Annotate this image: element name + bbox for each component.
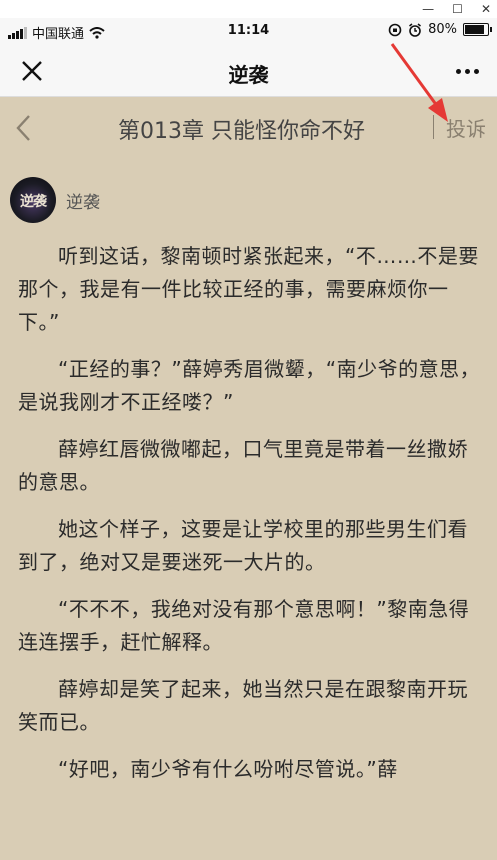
window-chrome: — ☐ ✕ (0, 0, 497, 18)
window-controls: — ☐ ✕ (422, 0, 491, 18)
status-bar: 中国联通 11:14 80% (0, 18, 497, 46)
chapter-title: 第013章 只能怪你命不好 (118, 119, 365, 144)
paragraph: 她这个样子，这要是让学校里的那些男生们看到了，绝对又是要迷死一大片的。 (18, 517, 468, 574)
maximize-icon[interactable]: ☐ (452, 0, 463, 18)
status-right: 80% (388, 22, 492, 37)
battery-fill (465, 25, 485, 34)
more-options-icon[interactable] (451, 58, 483, 84)
orientation-lock-icon (388, 23, 402, 36)
avatar[interactable]: 逆袭 (10, 177, 56, 223)
author-row[interactable]: 逆袭 逆袭 (10, 176, 100, 224)
close-icon[interactable] (18, 57, 46, 85)
complaint-button[interactable]: 投诉 (446, 113, 486, 142)
paragraph: 听到这话，黎南顿时紧张起来，“不……不是要那个，我是有一件比较正经的事，需要麻烦… (18, 244, 479, 334)
chapter-header: 第013章 只能怪你命不好 投诉 (0, 97, 497, 157)
header-divider (433, 115, 434, 139)
battery-icon (463, 23, 492, 36)
paragraph: “不不不，我绝对没有那个意思啊！”黎南急得连连摆手，赶忙解释。 (18, 597, 470, 654)
close-window-icon[interactable]: ✕ (481, 0, 491, 18)
battery-percent: 80% (428, 22, 457, 37)
page-title: 逆袭 (228, 63, 269, 87)
paragraph: 薛婷却是笑了起来，她当然只是在跟黎南开玩笑而已。 (18, 677, 468, 734)
paragraph: “好吧，南少爷有什么吩咐尽管说。”薛 (58, 757, 398, 781)
nav-bar: 逆袭 (0, 46, 497, 97)
minimize-icon[interactable]: — (422, 0, 434, 18)
avatar-text: 逆袭 (20, 194, 47, 210)
alarm-icon (409, 22, 422, 37)
back-chevron-icon[interactable] (12, 113, 38, 143)
chapter-content: 听到这话，黎南顿时紧张起来，“不……不是要那个，我是有一件比较正经的事，需要麻烦… (18, 240, 486, 800)
paragraph: “正经的事？”薛婷秀眉微颦，“南少爷的意思，是说我刚才不正经喽？” (18, 357, 481, 414)
author-name[interactable]: 逆袭 (66, 188, 100, 213)
paragraph: 薛婷红唇微微嘟起，口气里竟是带着一丝撒娇的意思。 (18, 437, 468, 494)
